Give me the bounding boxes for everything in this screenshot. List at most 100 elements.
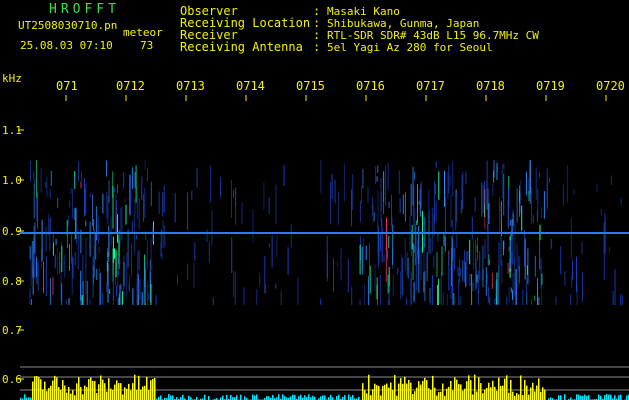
meteor-count: 73	[140, 39, 154, 52]
time-tick: 0720	[596, 79, 625, 93]
echo-count-bar	[146, 376, 148, 400]
echo-count-bar	[468, 375, 470, 400]
echo-count-bar	[434, 387, 436, 400]
echo-count-bar	[450, 381, 452, 400]
echo-count-bar	[36, 376, 38, 400]
echo-count-bar	[598, 394, 600, 400]
echo-count-bar	[454, 377, 456, 400]
echo-count-bar	[400, 378, 402, 400]
echo-count-bar	[402, 383, 404, 400]
echo-count-bar	[414, 391, 416, 400]
echo-count-bar	[244, 396, 246, 400]
echo-count-bar	[98, 384, 100, 400]
echo-count-bar	[528, 394, 530, 400]
echo-count-bar	[426, 380, 428, 400]
echo-count-bar	[588, 395, 590, 400]
echo-count-bar	[610, 394, 612, 400]
echo-count-bar	[484, 389, 486, 400]
echo-count-bar	[392, 390, 394, 400]
echo-count-bar	[284, 396, 286, 400]
echo-count-bar	[42, 389, 44, 400]
echo-count-bar	[478, 377, 480, 400]
echo-count-bar	[138, 375, 140, 400]
echo-count-bar	[466, 381, 468, 400]
app-logo: HROFFT	[49, 2, 120, 17]
time-tick: 0714	[236, 79, 265, 93]
echo-count-bar	[96, 393, 98, 400]
echo-count-bar	[160, 395, 162, 400]
echo-count-bar	[56, 377, 58, 400]
echo-count-bar	[142, 386, 144, 400]
echo-count-bar	[336, 396, 338, 400]
echo-count-bar	[152, 378, 154, 400]
echo-count-bar	[240, 394, 242, 400]
echo-count-bar	[560, 395, 562, 400]
echo-count-bar	[254, 395, 256, 400]
echo-count-bar	[298, 396, 300, 400]
echo-count-bar	[80, 387, 82, 400]
echo-count-bar	[122, 394, 124, 400]
echo-count-bar	[626, 395, 628, 400]
freq-unit-label: kHz	[2, 72, 22, 85]
echo-count-bar	[268, 396, 270, 400]
meteor-label: meteor	[123, 26, 163, 39]
echo-count-bar	[370, 395, 372, 400]
echo-count-bar	[480, 383, 482, 400]
time-tick: 071	[56, 79, 78, 93]
echo-count-bar	[108, 378, 110, 400]
echo-count-bar	[576, 394, 578, 400]
echo-count-bar	[514, 395, 516, 400]
echo-count-bar	[24, 394, 26, 400]
echo-count-bar	[226, 394, 228, 400]
echo-count-bar	[486, 387, 488, 400]
echo-count-bar	[526, 385, 528, 400]
echo-count-bar	[172, 395, 174, 400]
echo-count-bar	[366, 393, 368, 400]
echo-count-bar	[504, 378, 506, 400]
echo-count-bar	[188, 395, 190, 400]
echo-count-bar	[412, 394, 414, 400]
echo-count-bar	[422, 380, 424, 400]
echo-count-bar	[116, 380, 118, 400]
echo-count-bar	[168, 394, 170, 400]
echo-count-bar	[606, 394, 608, 400]
echo-count-bar	[396, 395, 398, 400]
echo-count-bar	[256, 394, 258, 400]
echo-count-bar	[136, 389, 138, 400]
echo-count-bar	[170, 395, 172, 400]
observer-value: Masaki Kano	[327, 5, 400, 18]
echo-count-bar	[150, 380, 152, 400]
echo-count-bar	[524, 379, 526, 400]
echo-count-bar	[430, 389, 432, 400]
echo-count-bar	[62, 380, 64, 400]
echo-count-bar	[120, 383, 122, 400]
echo-count-bar	[564, 394, 566, 400]
echo-count-bar	[444, 395, 446, 400]
echo-count-bar	[474, 374, 476, 400]
echo-count-bar	[406, 383, 408, 400]
echo-count-bar	[408, 379, 410, 400]
echo-count-bar	[578, 394, 580, 400]
time-tick: 0713	[176, 79, 205, 93]
echo-count-bar	[352, 395, 354, 400]
echo-count-bar	[48, 388, 50, 400]
echo-count-bar	[102, 379, 104, 400]
echo-count-bar	[488, 382, 490, 400]
echo-count-bar	[458, 384, 460, 400]
echo-count-bar	[92, 380, 94, 400]
echo-count-bar	[88, 379, 90, 400]
echo-count-bar	[452, 390, 454, 400]
echo-count-bar	[532, 382, 534, 400]
echo-count-bar	[540, 391, 542, 400]
echo-count-bar	[362, 383, 364, 400]
echo-count-bar	[124, 387, 126, 400]
echo-count-bar	[230, 394, 232, 400]
time-tick: 0712	[116, 79, 145, 93]
echo-count-bar	[208, 396, 210, 400]
echo-count-bar	[320, 396, 322, 400]
time-tick: 0719	[536, 79, 565, 93]
echo-count-bar	[60, 389, 62, 400]
time-tick: 0716	[356, 79, 385, 93]
echo-count-bar	[84, 385, 86, 400]
echo-count-bar	[520, 375, 522, 400]
